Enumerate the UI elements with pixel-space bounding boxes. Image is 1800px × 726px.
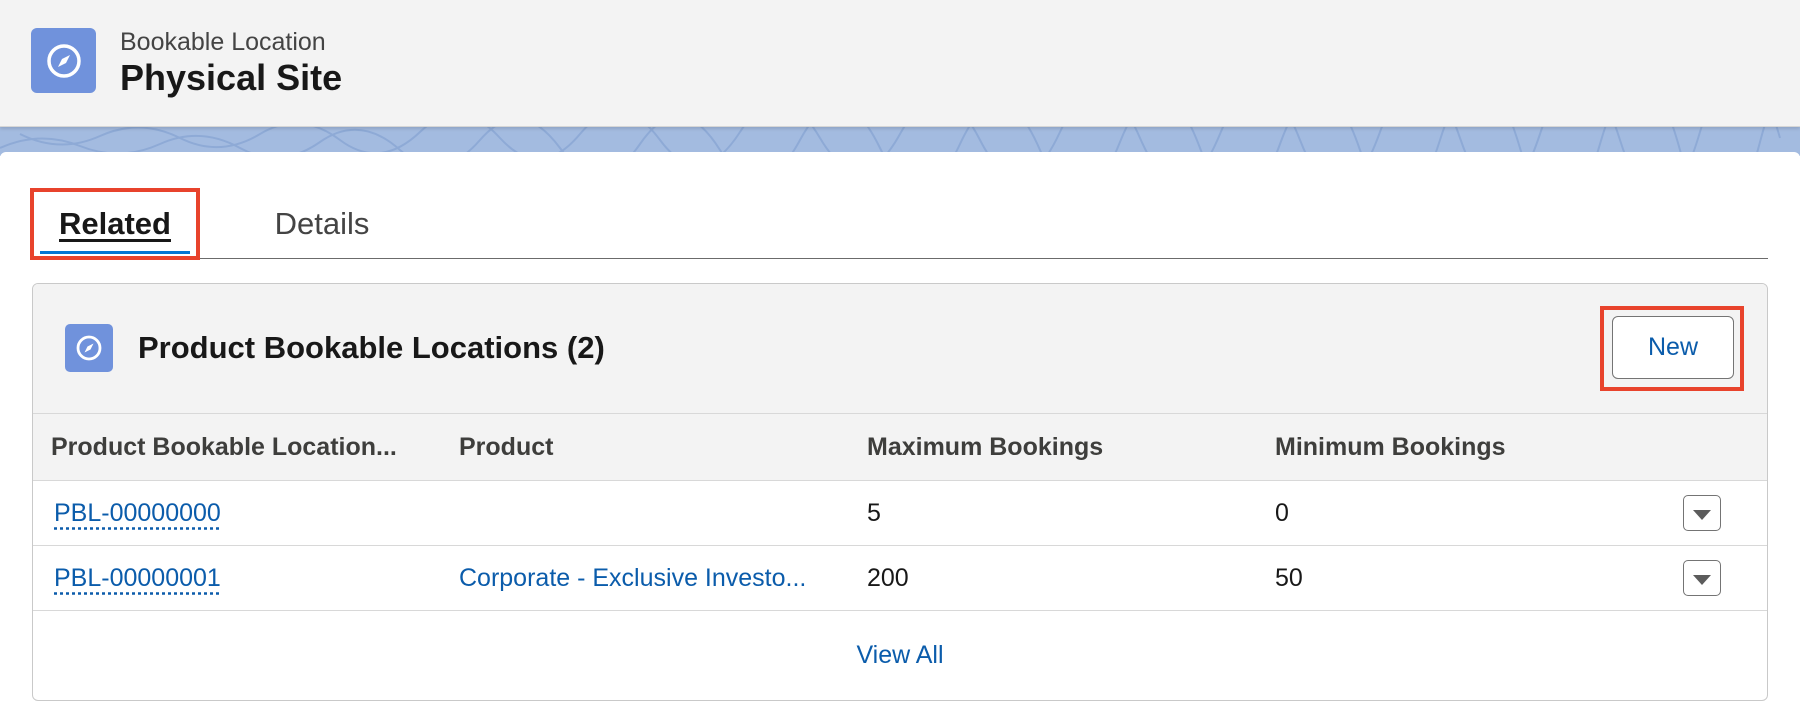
compass-icon bbox=[31, 28, 96, 93]
column-header-name[interactable]: Product Bookable Location... bbox=[51, 414, 431, 480]
column-header-max-bookings[interactable]: Maximum Bookings bbox=[867, 414, 1247, 480]
column-header-product[interactable]: Product bbox=[459, 414, 839, 480]
chevron-down-icon bbox=[1693, 509, 1711, 520]
row-actions-button[interactable] bbox=[1683, 495, 1721, 531]
tab-related[interactable]: Related bbox=[30, 188, 200, 260]
main-content: Related Details Product Bookable Locatio… bbox=[0, 152, 1800, 726]
record-tabs: Related Details bbox=[30, 188, 1768, 260]
table-row: PBL-00000001 Corporate - Exclusive Inves… bbox=[33, 546, 1767, 611]
tab-related-label: Related bbox=[59, 206, 171, 241]
max-bookings-value: 5 bbox=[867, 499, 881, 527]
min-bookings-value: 0 bbox=[1275, 499, 1289, 527]
table-header: Product Bookable Location... Product Max… bbox=[33, 414, 1767, 481]
compass-icon bbox=[65, 324, 113, 372]
record-title: Physical Site bbox=[120, 57, 343, 98]
chevron-down-icon bbox=[1693, 574, 1711, 585]
record-header: Bookable Location Physical Site bbox=[0, 0, 1800, 127]
product-link[interactable] bbox=[459, 481, 869, 545]
tab-details[interactable]: Details bbox=[242, 190, 402, 258]
record-link[interactable]: PBL-00000000 bbox=[54, 499, 221, 527]
max-bookings-value: 200 bbox=[867, 564, 909, 592]
new-button[interactable]: New bbox=[1612, 316, 1734, 379]
product-link[interactable]: Corporate - Exclusive Investo... bbox=[459, 546, 869, 610]
view-all-link[interactable]: View All bbox=[856, 641, 943, 670]
table-row: PBL-00000000 5 0 bbox=[33, 481, 1767, 546]
tab-details-label: Details bbox=[274, 206, 370, 241]
related-list-title[interactable]: Product Bookable Locations (2) bbox=[138, 326, 605, 370]
row-actions-button[interactable] bbox=[1683, 560, 1721, 596]
column-header-min-bookings[interactable]: Minimum Bookings bbox=[1275, 414, 1655, 480]
related-list-header: Product Bookable Locations (2) New bbox=[33, 284, 1767, 414]
object-type-label: Bookable Location bbox=[120, 28, 326, 56]
related-list-footer: View All bbox=[33, 612, 1767, 698]
record-link[interactable]: PBL-00000001 bbox=[54, 564, 221, 592]
min-bookings-value: 50 bbox=[1275, 564, 1303, 592]
related-list-card: Product Bookable Locations (2) New Produ… bbox=[32, 283, 1768, 701]
